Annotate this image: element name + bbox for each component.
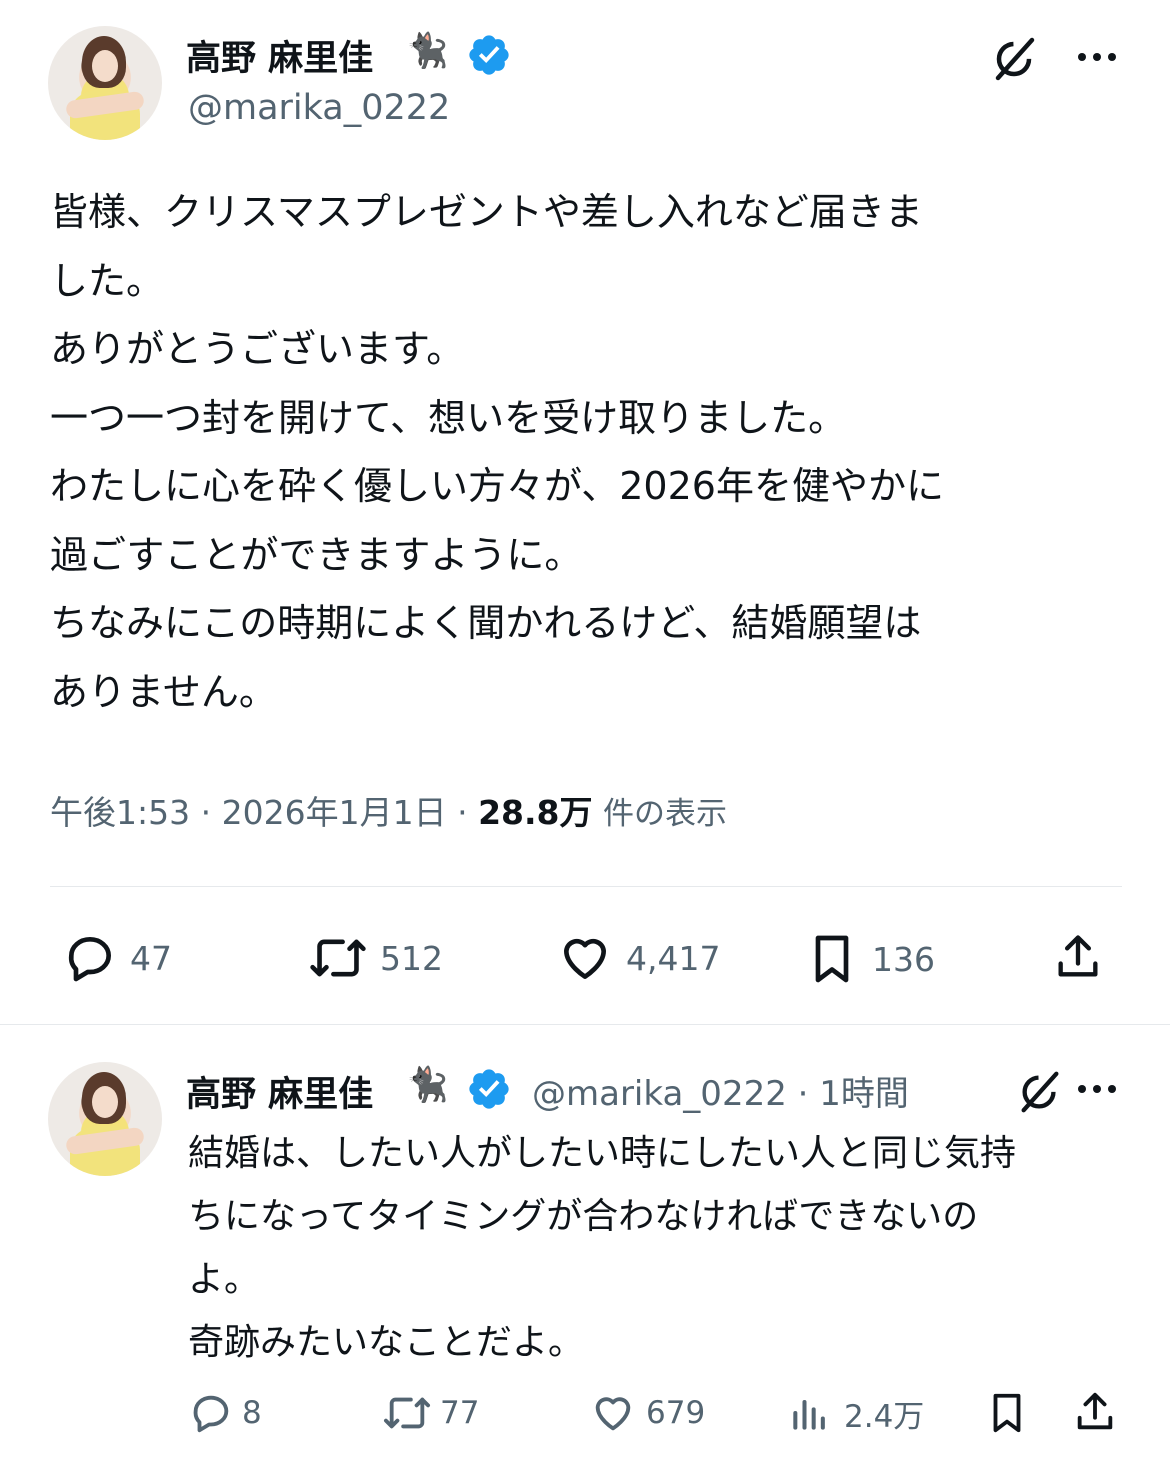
like-button[interactable]: 4,417 [556,930,720,986]
reply-count: 8 [242,1395,262,1431]
verified-badge-icon[interactable] [466,32,512,78]
reply-icon [193,1395,229,1433]
meta-separator: · [200,793,212,832]
views-count: 28.8万 [478,793,593,832]
reply-button[interactable]: 8 [188,1390,262,1436]
tweet-date[interactable]: 2026年1月1日 [222,793,447,832]
divider [50,886,1122,887]
like-count: 679 [646,1395,706,1431]
display-name[interactable]: 高野 麻里佳 [186,30,373,81]
tweet-meta: 午後1:53 · 2026年1月1日 · 28.8万 件の表示 [50,786,727,834]
bookmark-button[interactable]: 136 [804,930,935,988]
views-count: 2.4万 [844,1398,925,1435]
bookmark-count: 136 [872,939,935,979]
handle[interactable]: @marika_0222 [188,88,450,128]
repost-count: 77 [440,1395,480,1431]
share-icon [1077,1392,1113,1430]
display-name[interactable]: 高野 麻里佳 [186,1066,373,1117]
relative-time[interactable]: 1時間 [819,1074,909,1114]
views-icon [793,1399,825,1430]
like-count: 4,417 [626,938,721,978]
verified-badge-icon[interactable] [466,1066,512,1112]
tweet-separator [0,1024,1170,1025]
more-icon[interactable] [1078,1085,1116,1093]
views-label: 件の表示 [603,796,728,832]
repost-icon [383,1397,430,1429]
more-icon[interactable] [1078,53,1116,61]
like-icon [595,1397,631,1431]
bookmark-button[interactable] [984,1388,1030,1438]
black-cat-emoji: 🐈‍⬛ [406,31,449,71]
bookmark-icon [815,935,849,983]
repost-count: 512 [380,938,443,978]
share-button[interactable] [1052,930,1104,984]
reply-count: 47 [130,938,172,978]
repost-button[interactable]: 512 [308,930,443,986]
handle[interactable]: @marika_0222 [532,1074,787,1114]
share-button[interactable] [1072,1388,1118,1436]
reply-icon [68,937,111,982]
meta-separator: · [797,1074,809,1114]
views-button[interactable]: 2.4万 [788,1390,924,1436]
like-button[interactable]: 679 [588,1390,705,1436]
like-icon [564,938,606,979]
avatar[interactable] [48,26,162,140]
grok-icon[interactable] [990,34,1040,84]
tweet-text: 皆様、クリスマスプレゼントや差し入れなど届きま した。 ありがとうございます。 … [50,190,944,714]
meta-separator: · [457,793,468,832]
repost-icon [310,939,366,977]
avatar[interactable] [48,1062,162,1176]
reply-text: 結婚は、したい人がしたい時にしたい人と同じ気持 ちになってタイミングが合わなけれ… [188,1133,1017,1363]
grok-icon[interactable] [1016,1068,1064,1116]
black-cat-emoji: 🐈‍⬛ [406,1065,449,1105]
share-icon [1058,935,1098,977]
bookmark-icon [993,1393,1021,1433]
reply-button[interactable]: 47 [62,930,172,986]
tweet-time[interactable]: 午後1:53 [50,793,190,832]
repost-button[interactable]: 77 [382,1390,479,1436]
handle-and-time: @marika_0222 · 1時間 [532,1066,909,1115]
